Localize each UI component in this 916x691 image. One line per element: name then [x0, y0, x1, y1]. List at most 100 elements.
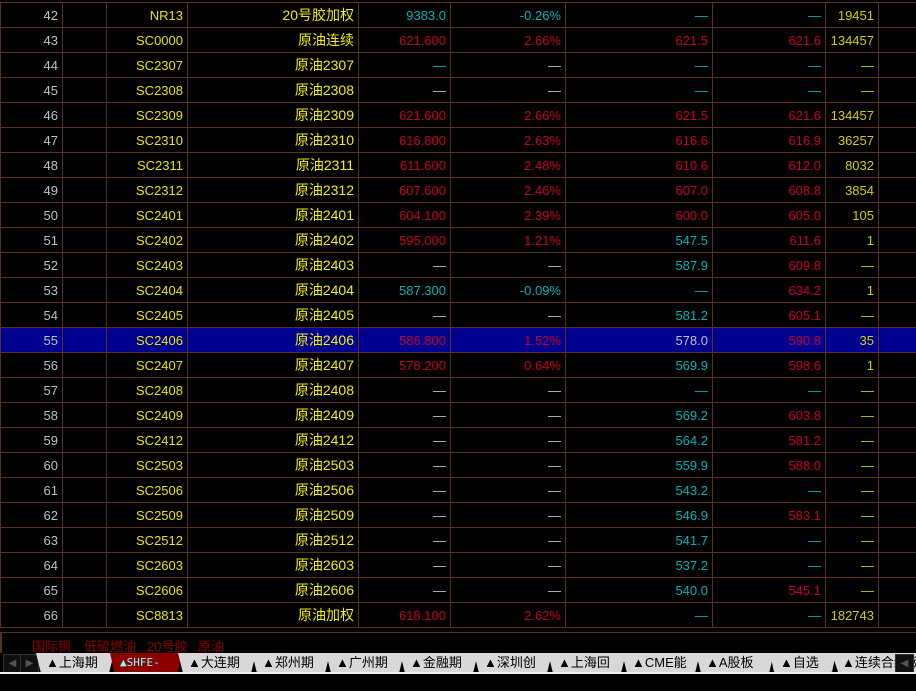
vol-cell: — — [826, 403, 879, 428]
empty-cell — [63, 303, 107, 328]
contract-code: SC2307 — [107, 53, 188, 78]
table-row[interactable]: 42NR1320号胶加权9383.0-0.26%——19451 — [1, 3, 916, 28]
row-number: 56 — [1, 353, 63, 378]
contract-name: 原油2606 — [188, 578, 359, 603]
table-row[interactable]: 55SC2406原油2406586.8001.52%578.0590.835 — [1, 328, 916, 353]
bid-cell: — — [566, 53, 713, 78]
table-row[interactable]: 66SC8813原油加权618.1002.62%——182743 — [1, 603, 916, 628]
contract-name: 原油加权 — [188, 603, 359, 628]
change-cell: -0.26% — [451, 3, 566, 28]
bid-cell: 569.2 — [566, 403, 713, 428]
empty-cell — [63, 128, 107, 153]
price-cell: 621.600 — [359, 103, 451, 128]
market-tab-bar: ◀ ▶ ▲上海期货▲SHFE-INE▲大连期货▲郑州期货▲广州期货▲金融期货▲深… — [0, 653, 916, 674]
vol-cell: 8032 — [826, 153, 879, 178]
tab-0[interactable]: ▲上海期货 — [36, 653, 114, 672]
empty-cell — [879, 103, 916, 128]
table-row[interactable]: 56SC2407原油2407578.2000.64%569.9598.61 — [1, 353, 916, 378]
contract-name: 原油2311 — [188, 153, 359, 178]
tab-7[interactable]: ▲上海回购 — [548, 653, 626, 672]
tab-5[interactable]: ▲金融期货 — [400, 653, 478, 672]
change-cell: — — [451, 503, 566, 528]
tab-10[interactable]: ▲自选股 — [770, 653, 836, 672]
table-row[interactable]: 62SC2509原油2509——546.9583.1— — [1, 503, 916, 528]
tab-3[interactable]: ▲郑州期货 — [252, 653, 330, 672]
change-cell: — — [451, 53, 566, 78]
bid-cell: 569.9 — [566, 353, 713, 378]
ask-cell: — — [713, 528, 826, 553]
empty-cell — [879, 203, 916, 228]
bid-cell: 578.0 — [566, 328, 713, 353]
table-row[interactable]: 60SC2503原油2503——559.9588.0— — [1, 453, 916, 478]
row-number: 59 — [1, 428, 63, 453]
table-row[interactable]: 45SC2308原油2308————— — [1, 78, 916, 103]
row-number: 66 — [1, 603, 63, 628]
bid-cell: 540.0 — [566, 578, 713, 603]
table-row[interactable]: 54SC2405原油2405——581.2605.1— — [1, 303, 916, 328]
ask-cell: — — [713, 378, 826, 403]
bid-cell: 559.9 — [566, 453, 713, 478]
table-row[interactable]: 59SC2412原油2412——564.2581.2— — [1, 428, 916, 453]
tab-2[interactable]: ▲大连期货 — [178, 653, 256, 672]
price-cell: — — [359, 453, 451, 478]
tab-1[interactable]: ▲SHFE-INE — [110, 653, 182, 672]
table-row[interactable]: 63SC2512原油2512——541.7—— — [1, 528, 916, 553]
table-row[interactable]: 50SC2401原油2401604.1002.39%600.0605.0105 — [1, 203, 916, 228]
empty-cell — [63, 153, 107, 178]
row-number: 51 — [1, 228, 63, 253]
table-row[interactable]: 44SC2307原油2307————— — [1, 53, 916, 78]
empty-cell — [879, 128, 916, 153]
table-row[interactable]: 64SC2603原油2603——537.2—— — [1, 553, 916, 578]
empty-cell — [63, 378, 107, 403]
tab-9[interactable]: ▲A股板块 — [696, 653, 774, 672]
row-number: 52 — [1, 253, 63, 278]
table-row[interactable]: 46SC2309原油2309621.6002.66%621.5621.61344… — [1, 103, 916, 128]
empty-cell — [63, 478, 107, 503]
table-row[interactable]: 61SC2506原油2506——543.2—— — [1, 478, 916, 503]
row-number: 58 — [1, 403, 63, 428]
table-row[interactable]: 51SC2402原油2402595.0001.21%547.5611.61 — [1, 228, 916, 253]
bid-cell: — — [566, 3, 713, 28]
contract-name: 原油2506 — [188, 478, 359, 503]
ask-cell: 609.8 — [713, 253, 826, 278]
price-cell: — — [359, 53, 451, 78]
contract-name: 原油2412 — [188, 428, 359, 453]
empty-cell — [63, 428, 107, 453]
tab-6[interactable]: ▲深圳创业 — [474, 653, 552, 672]
tab-8[interactable]: ▲CME能源 — [622, 653, 700, 672]
bid-cell: — — [566, 278, 713, 303]
table-row[interactable]: 53SC2404原油2404587.300-0.09%—634.21 — [1, 278, 916, 303]
change-cell: — — [451, 528, 566, 553]
change-cell: 2.39% — [451, 203, 566, 228]
scroll-right-icon[interactable]: ▶ — [20, 654, 39, 673]
table-row[interactable]: 57SC2408原油2408————— — [1, 378, 916, 403]
vol-cell: 3854 — [826, 178, 879, 203]
contract-code: SC2308 — [107, 78, 188, 103]
table-row[interactable]: 47SC2310原油2310616.8002.63%616.6616.93625… — [1, 128, 916, 153]
table-row[interactable]: 58SC2409原油2409——569.2603.8— — [1, 403, 916, 428]
empty-cell — [63, 103, 107, 128]
ask-cell: 621.6 — [713, 103, 826, 128]
table-row[interactable]: 43SC0000原油连续621.6002.66%621.5621.6134457 — [1, 28, 916, 53]
bid-cell: 541.7 — [566, 528, 713, 553]
empty-cell — [879, 553, 916, 578]
table-row[interactable]: 65SC2606原油2606——540.0545.1— — [1, 578, 916, 603]
vol-cell: — — [826, 428, 879, 453]
table-row[interactable]: 48SC2311原油2311611.6002.48%610.6612.08032 — [1, 153, 916, 178]
contract-name: 原油2509 — [188, 503, 359, 528]
table-row[interactable]: 52SC2403原油2403——587.9609.8— — [1, 253, 916, 278]
empty-cell — [63, 528, 107, 553]
contract-code: SC2403 — [107, 253, 188, 278]
vol-cell: — — [826, 303, 879, 328]
scroll-tabs-left-icon[interactable]: ◀ — [895, 654, 914, 673]
vol-cell: — — [826, 578, 879, 603]
ask-cell: — — [713, 478, 826, 503]
bid-cell: 607.0 — [566, 178, 713, 203]
change-cell: — — [451, 303, 566, 328]
price-cell: 604.100 — [359, 203, 451, 228]
contract-name: 原油2403 — [188, 253, 359, 278]
quote-table: 42NR1320号胶加权9383.0-0.26%——1945143SC0000原… — [0, 2, 916, 628]
table-row[interactable]: 49SC2312原油2312607.6002.46%607.0608.83854 — [1, 178, 916, 203]
tab-4[interactable]: ▲广州期货 — [326, 653, 404, 672]
ask-cell: — — [713, 603, 826, 628]
